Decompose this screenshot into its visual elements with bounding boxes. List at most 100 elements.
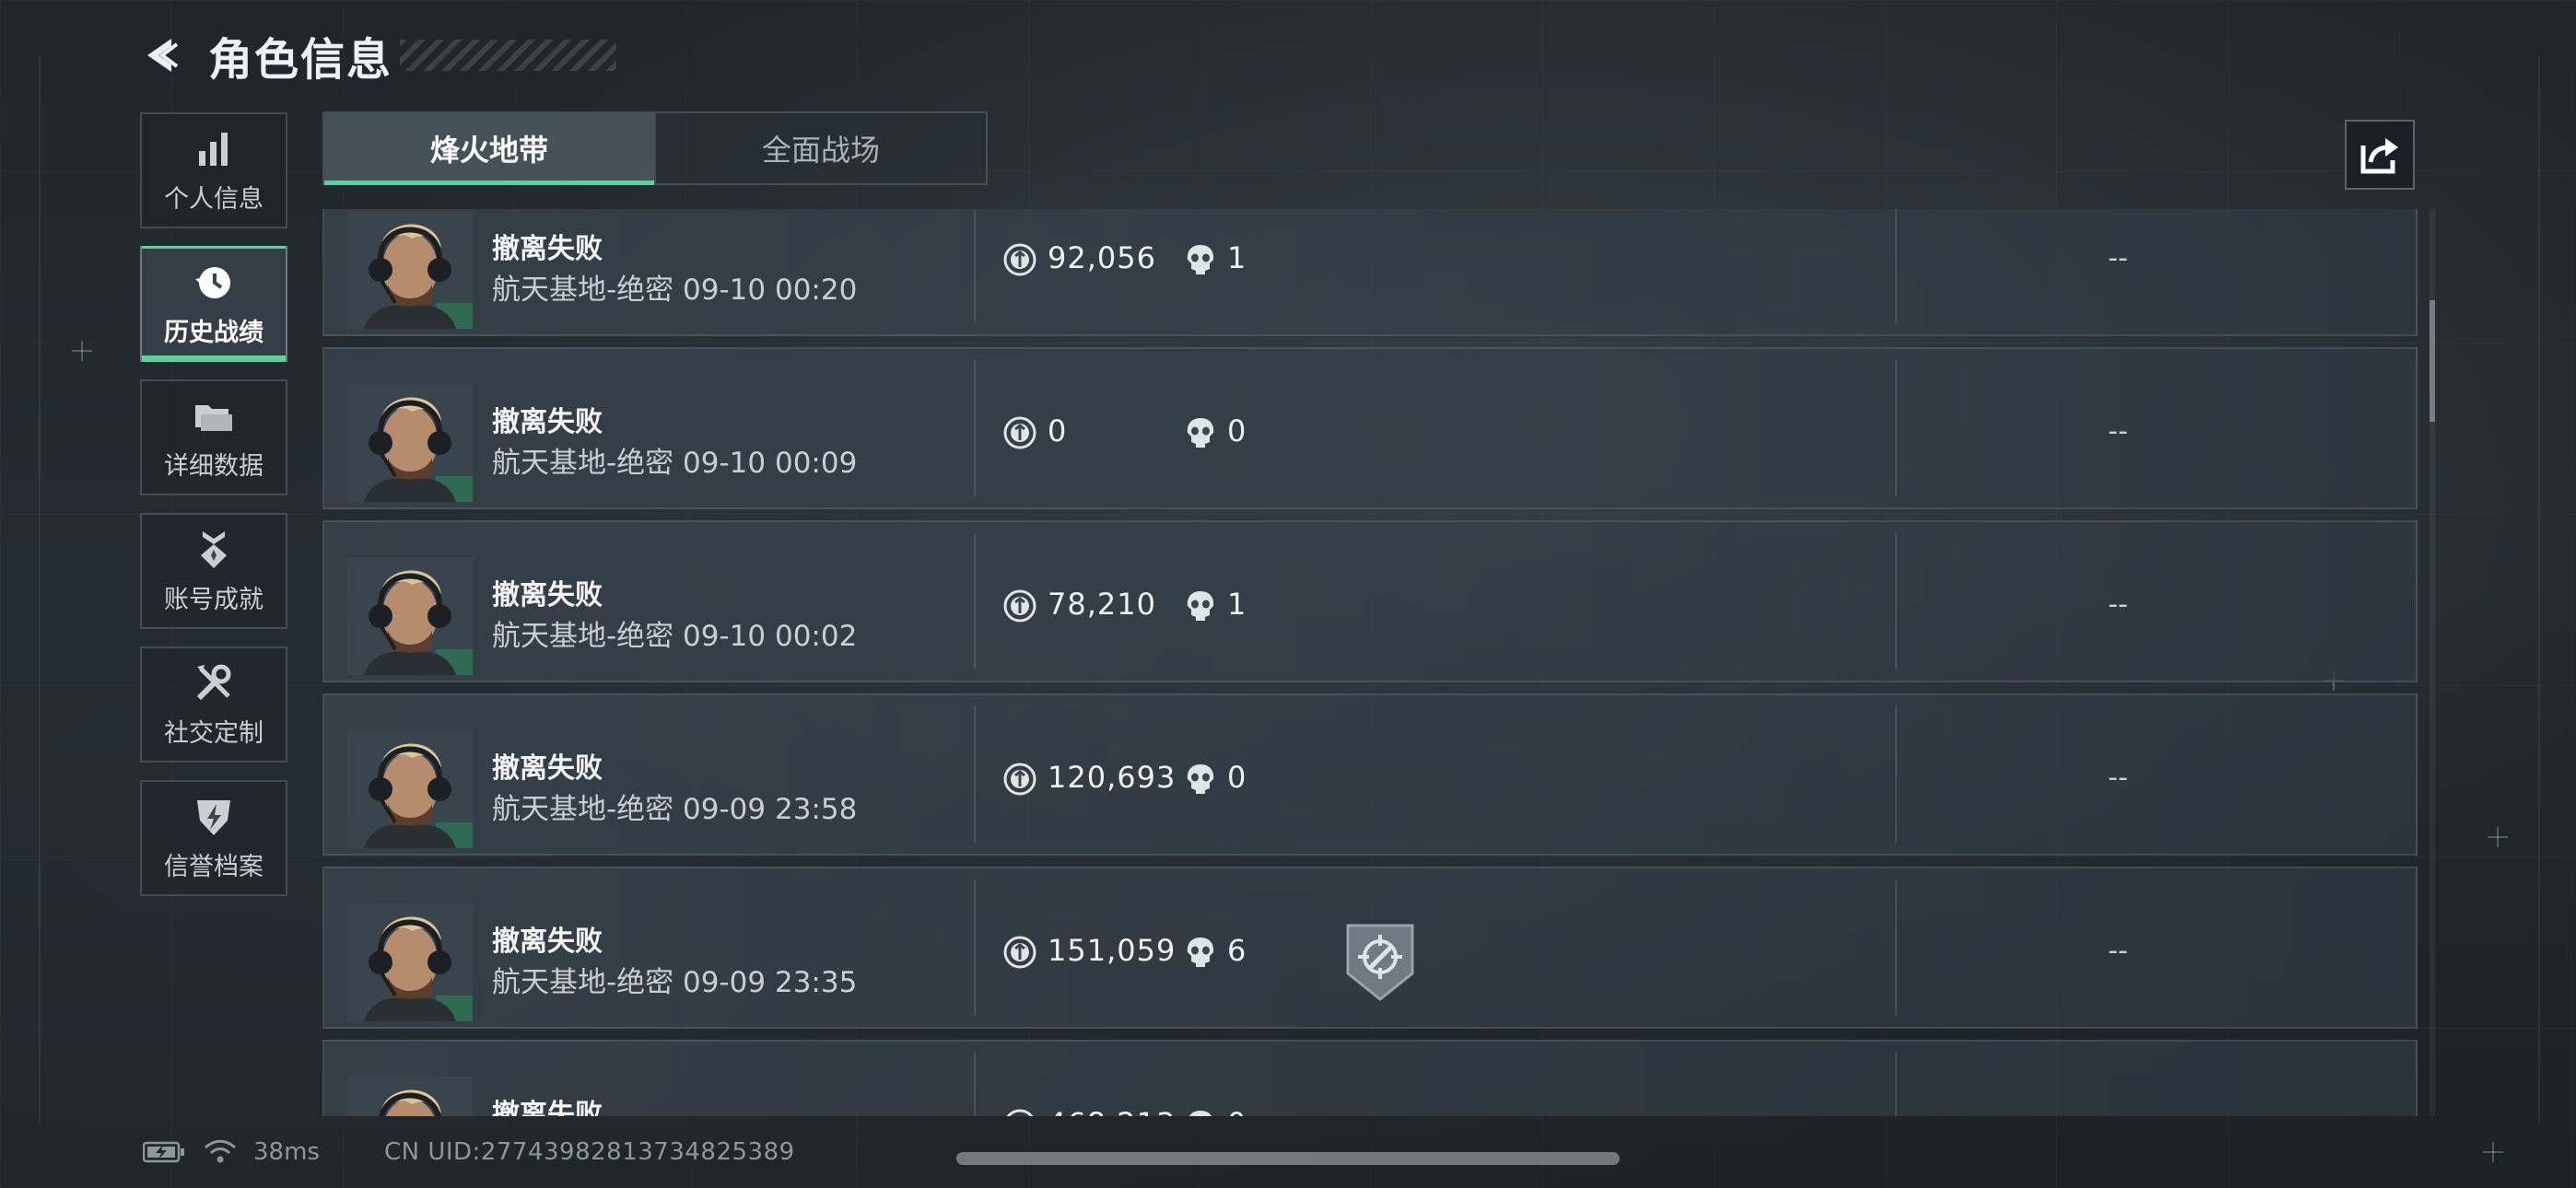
map-and-time: 航天基地-绝密 09-09 23:58: [492, 793, 858, 826]
tab-hazard-zone[interactable]: 烽火地带: [324, 113, 654, 185]
bar-chart-icon: [192, 127, 236, 171]
operator-avatar: [347, 557, 473, 675]
page-title: 角色信息: [208, 34, 393, 86]
table-row[interactable]: 撤离失败 航天基地-绝密 09-09 23:58 120,693 0 --: [322, 693, 2418, 856]
skull-icon: [1185, 936, 1216, 969]
table-row[interactable]: 撤离失败 航天基地-绝密 09-09 23:35 151,059 6 --: [322, 867, 2418, 1029]
kill-count: 0: [1227, 1106, 1246, 1116]
skull-icon: [1185, 1109, 1216, 1116]
folder-icon: [192, 394, 236, 438]
history-clock-icon: [192, 261, 236, 305]
coin-icon: [1003, 763, 1036, 796]
coin-icon: [1003, 416, 1036, 449]
sidebar-item-label: 历史战绩: [164, 318, 263, 347]
kill-count: 1: [1227, 240, 1247, 275]
table-row[interactable]: 撤离失败 航天基地-绝密 09-10 00:20 92,056 1 --: [322, 209, 2418, 336]
operator-avatar: [347, 211, 473, 329]
sidebar-item-credit-record[interactable]: 信誉档案: [140, 780, 287, 896]
table-row[interactable]: 撤离失败 航天基地-绝密 09-09 23:30 468,213 0 --: [322, 1040, 2418, 1116]
extracted-value: 468,213: [1048, 1106, 1176, 1116]
sidebar-item-achievements[interactable]: 账号成就: [140, 513, 287, 629]
column-divider: [974, 706, 976, 843]
map-and-time: 航天基地-绝密 09-10 00:09: [492, 447, 858, 480]
extra-value: --: [2108, 415, 2128, 448]
operator-avatar: [347, 903, 473, 1021]
battery-icon: [143, 1141, 184, 1163]
match-result: 撤离失败: [492, 926, 603, 958]
skull-icon: [1185, 763, 1216, 796]
sidebar-item-social-custom[interactable]: 社交定制: [140, 646, 287, 763]
match-result: 撤离失败: [492, 752, 603, 785]
kill-count: 0: [1227, 760, 1247, 795]
share-button[interactable]: [2345, 120, 2415, 190]
frame-line-left: [39, 55, 41, 1124]
extracted-value: 0: [1048, 413, 1068, 448]
page-header: 角色信息: [138, 22, 617, 88]
crosshair-mark: [2483, 1142, 2503, 1162]
table-row[interactable]: 撤离失败 航天基地-绝密 09-10 00:09 0 0 --: [322, 347, 2418, 509]
extra-value: --: [2108, 242, 2128, 274]
skull-icon: [1185, 589, 1216, 623]
sidebar-item-match-history[interactable]: 历史战绩: [140, 246, 287, 362]
match-history-list[interactable]: 撤离失败 航天基地-绝密 09-10 00:20 92,056 1 -- 撤离失…: [322, 209, 2418, 1116]
column-divider: [1895, 209, 1897, 323]
sidebar-item-label: 信誉档案: [164, 852, 263, 881]
status-bar: 38ms CN UID:277439828137348253​89: [143, 1138, 795, 1166]
map-and-time: 航天基地-绝密 09-10 00:02: [492, 620, 858, 653]
extracted-value: 120,693: [1048, 760, 1177, 795]
extra-value: --: [2108, 762, 2128, 794]
match-result: 撤离失败: [492, 406, 603, 438]
crosshair-mark: [72, 341, 92, 361]
column-divider: [974, 209, 976, 323]
column-divider: [974, 360, 976, 496]
sidebar-item-label: 账号成就: [164, 585, 263, 614]
match-result: 撤离失败: [492, 579, 603, 611]
crosshair-mark: [2488, 827, 2508, 847]
extracted-value: 92,056: [1048, 240, 1156, 275]
tab-full-battlefield[interactable]: 全面战场: [654, 113, 986, 183]
ping-text: 38ms: [253, 1138, 320, 1166]
back-arrow-icon[interactable]: [138, 31, 186, 79]
skull-icon: [1185, 416, 1216, 449]
match-result: 撤离失败: [492, 1099, 603, 1116]
mode-tabs: 烽火地带 全面战场: [322, 111, 988, 185]
column-divider: [1895, 360, 1897, 496]
medal-icon: [192, 528, 236, 572]
extra-value: --: [2108, 935, 2128, 967]
scrollbar-thumb[interactable]: [2430, 300, 2435, 422]
crosshair-badge-icon: [1344, 920, 1416, 1001]
coin-icon: [1003, 243, 1036, 276]
column-divider: [1895, 706, 1897, 843]
map-and-time: 航天基地-绝密 09-09 23:35: [492, 966, 858, 999]
tools-icon: [192, 661, 236, 705]
extracted-value: 78,210: [1048, 587, 1156, 622]
column-divider: [974, 533, 976, 670]
operator-avatar: [347, 384, 473, 502]
uid-text: CN UID:277439828137348253​89: [383, 1138, 795, 1166]
sidebar: 个人信息 历史战绩 详细数据 账号成就 社交定制 信誉档案: [140, 112, 291, 914]
sidebar-item-label: 详细数据: [164, 451, 263, 481]
extra-value: --: [2108, 588, 2128, 621]
shield-bolt-icon: [192, 795, 236, 839]
sidebar-item-personal-info[interactable]: 个人信息: [140, 112, 287, 228]
column-divider: [1895, 879, 1897, 1016]
column-divider: [974, 1053, 976, 1116]
match-result: 撤离失败: [492, 233, 603, 265]
column-divider: [1895, 533, 1897, 670]
column-divider: [974, 879, 976, 1016]
sidebar-item-detailed-data[interactable]: 详细数据: [140, 379, 287, 495]
frame-line-right: [2538, 55, 2540, 1124]
skull-icon: [1185, 243, 1216, 276]
kill-count: 0: [1227, 413, 1247, 448]
title-decoration: [400, 40, 617, 71]
table-row[interactable]: 撤离失败 航天基地-绝密 09-10 00:02 78,210 1 --: [322, 520, 2418, 682]
extracted-value: 151,059: [1048, 933, 1177, 968]
column-divider: [1895, 1053, 1897, 1116]
home-indicator[interactable]: [956, 1152, 1620, 1165]
kill-count: 6: [1227, 933, 1247, 968]
operator-avatar: [347, 730, 473, 848]
coin-icon: [1003, 936, 1036, 969]
operator-avatar: [347, 1077, 473, 1116]
kill-count: 1: [1227, 587, 1247, 622]
sidebar-item-label: 个人信息: [164, 184, 263, 214]
